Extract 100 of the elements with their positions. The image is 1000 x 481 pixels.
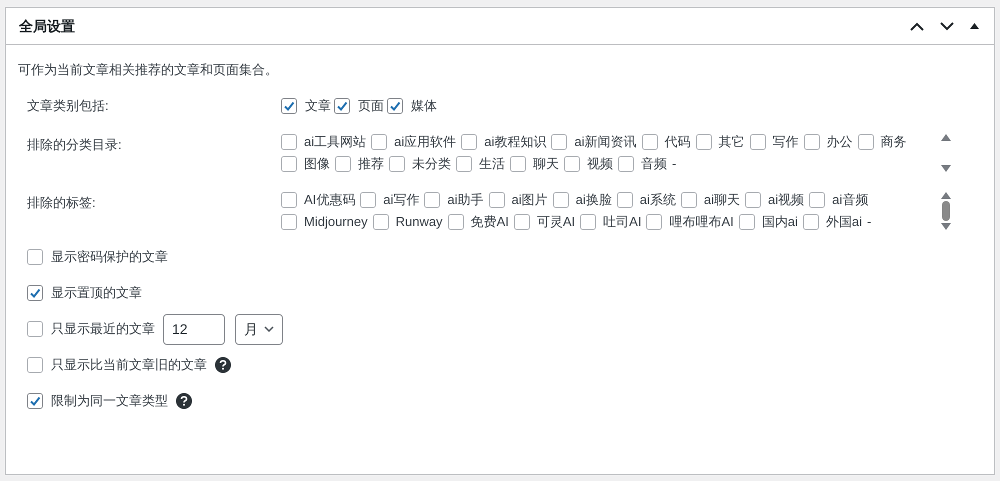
checkbox[interactable] (745, 192, 762, 208)
option-label: 显示密码保护的文章 (51, 248, 168, 266)
checkbox[interactable] (488, 192, 505, 208)
option-label: 未分类 (412, 154, 451, 173)
checkbox[interactable] (514, 214, 530, 230)
checkbox[interactable] (551, 134, 568, 150)
checkbox[interactable] (27, 393, 43, 409)
description: 可作为当前文章相关推荐的文章和页面集合。 (18, 61, 279, 79)
option-label: 生活 (479, 154, 505, 173)
field-label: 文章类别包括: (27, 96, 110, 115)
option-label: 可灵AI (536, 212, 576, 231)
checkbox[interactable] (461, 134, 478, 150)
option-label: 聊天 (533, 154, 559, 173)
checkbox[interactable] (802, 214, 819, 230)
option-label: 其它 (718, 132, 744, 151)
checkbox[interactable] (334, 98, 350, 114)
checkbox[interactable] (696, 134, 712, 150)
checkmark-icon (283, 100, 295, 112)
checkbox[interactable] (564, 156, 580, 172)
scrollbar-thumb[interactable] (942, 200, 950, 220)
option-label: 商务 (880, 132, 906, 151)
caret-icon (264, 326, 274, 332)
option-label: 只显示最近的文章 (51, 320, 155, 338)
checkbox[interactable] (27, 357, 43, 373)
checkbox[interactable] (456, 156, 472, 172)
checkbox[interactable] (804, 134, 820, 150)
scroll-up-icon[interactable] (941, 134, 951, 140)
checkbox[interactable] (424, 192, 440, 208)
option-label: Midjourney (304, 212, 368, 231)
checkbox[interactable] (27, 285, 43, 301)
scroll-down-icon[interactable] (941, 164, 951, 172)
checkbox[interactable] (510, 156, 526, 172)
checkbox[interactable] (646, 214, 662, 230)
checkbox[interactable] (27, 249, 43, 265)
checkbox[interactable] (680, 192, 697, 208)
chevron-down-icon[interactable] (940, 22, 954, 30)
option-label: 外国ai (826, 212, 862, 231)
checkbox[interactable] (372, 214, 389, 230)
collapse-icon[interactable] (970, 23, 979, 29)
scroll-up-icon[interactable] (941, 192, 951, 198)
option-label: 免费AI (470, 212, 509, 231)
option-label: 视频 (587, 154, 613, 173)
checkbox[interactable] (281, 156, 297, 172)
checkbox[interactable] (389, 156, 405, 172)
option-label: 推荐 (358, 154, 384, 173)
option-label: Runway (396, 212, 443, 231)
checkbox[interactable] (618, 156, 634, 172)
checkbox[interactable] (642, 134, 658, 150)
checkbox[interactable] (809, 192, 826, 208)
option-label: 代码 (664, 132, 690, 151)
checkbox[interactable] (580, 214, 596, 230)
checkbox[interactable] (448, 214, 464, 230)
option-label: 国内ai (762, 212, 798, 231)
checkbox[interactable] (387, 98, 403, 114)
checkbox[interactable] (360, 192, 376, 208)
option-label: ai视频 (768, 190, 804, 209)
checkbox[interactable] (738, 214, 755, 230)
help-icon[interactable] (215, 357, 231, 373)
checkmark-icon (336, 100, 348, 112)
option-label: 文章 (305, 96, 331, 115)
option-label: 限制为同一文章类型 (51, 392, 168, 410)
option-label: ai聊天 (704, 190, 740, 209)
option-label: 音频 (641, 154, 667, 173)
option-label: 显示置顶的文章 (51, 284, 142, 302)
option-label: AI优惠码 (304, 190, 356, 209)
option-label: ai图片 (512, 190, 548, 209)
option-label: ai助手 (447, 190, 484, 209)
unit-dropdown[interactable]: 月 (235, 314, 283, 344)
checkbox[interactable] (371, 134, 388, 150)
option-label: ai教程知识 (484, 132, 546, 151)
list-end-mark: - (867, 212, 872, 231)
checkbox[interactable] (281, 214, 297, 230)
checkbox[interactable] (281, 134, 297, 150)
option-label: 媒体 (411, 96, 437, 115)
option-label: 只显示比当前文章旧的文章 (51, 356, 207, 374)
checkmark-icon (29, 395, 41, 407)
checkbox[interactable] (552, 192, 569, 208)
checkbox[interactable] (27, 321, 43, 337)
scroll-down-icon[interactable] (941, 222, 951, 230)
option-label: 写作 (772, 132, 798, 151)
option-label: ai工具网站 (304, 132, 366, 151)
checkbox[interactable] (281, 98, 297, 114)
chevron-up-icon[interactable] (910, 22, 924, 30)
checkbox[interactable] (616, 192, 633, 208)
number-field[interactable]: 12 (163, 314, 225, 344)
list-end-mark: - (672, 154, 676, 173)
checkbox[interactable] (335, 156, 351, 172)
option-label: ai写作 (383, 190, 420, 209)
checkbox[interactable] (281, 192, 297, 208)
checkbox[interactable] (750, 134, 766, 150)
option-label: ai音频 (832, 190, 868, 209)
checkbox[interactable] (858, 134, 874, 150)
option-label: ai换脸 (576, 190, 612, 209)
option-label: ai新闻资讯 (574, 132, 636, 151)
option-label: 哩布哩布AI (669, 212, 734, 231)
option-label: 办公 (826, 132, 852, 151)
option-label: 吐司AI (603, 212, 642, 231)
option-label: 图像 (304, 154, 330, 173)
help-icon[interactable] (176, 393, 192, 409)
field-label: 排除的分类目录: (27, 136, 123, 154)
